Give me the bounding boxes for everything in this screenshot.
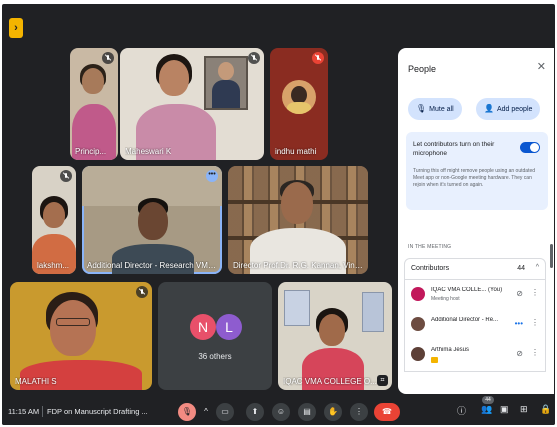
participant-tile-lakshmi[interactable]: lakshm...: [32, 166, 76, 274]
chevron-up-icon[interactable]: ^: [200, 403, 212, 421]
participant-name: Maheswari K: [125, 147, 172, 156]
add-person-icon: 👤: [484, 104, 494, 113]
muted-mic-icon: [248, 52, 260, 64]
participant-name: Arthima Jesus: [431, 347, 470, 353]
participant-tile-iqac[interactable]: IQAC VMA COLLEGE O... ⌗: [278, 282, 392, 390]
end-call-button[interactable]: ☎: [374, 403, 400, 421]
contributor-badge-icon: [431, 357, 438, 363]
close-icon[interactable]: ✕: [537, 60, 546, 73]
participant-name: Additional Director - Re...: [431, 317, 499, 323]
participant-name: Additional Director - Research VMRF...: [87, 261, 220, 270]
more-options-icon[interactable]: ⋮: [531, 288, 539, 297]
pin-icon[interactable]: ⌗: [377, 375, 388, 386]
participant-role: Meeting host: [431, 296, 460, 302]
activities-icon[interactable]: ⊞: [520, 404, 528, 415]
avatar: [282, 80, 316, 114]
participant-tile-principal[interactable]: Princip...: [70, 48, 118, 160]
scrollbar[interactable]: [550, 244, 553, 268]
participant-name: IQAC VMA COLLEGE O...: [283, 377, 377, 386]
mic-off-icon: ⊘: [516, 289, 523, 298]
setting-description: Turning this off might remove people usi…: [413, 168, 536, 188]
mic-off-icon: 🎙: [416, 104, 427, 113]
mic-off-icon: ⊘: [516, 349, 523, 358]
mute-all-button[interactable]: 🎙 Mute all: [408, 98, 462, 120]
participant-name: lakshm...: [37, 261, 70, 270]
avatar: [411, 317, 425, 331]
contributors-header[interactable]: Contributors 44 ^: [404, 258, 546, 280]
participant-tile-others[interactable]: N L 36 others: [158, 282, 272, 390]
participant-name: Princip...: [75, 147, 107, 156]
captions-button[interactable]: ▤: [298, 403, 316, 421]
clock: 11:15 AM: [8, 407, 40, 416]
people-panel: People ✕ 🎙 Mute all 👤 Add people Let contr…: [398, 48, 554, 394]
speaking-indicator-icon: •••: [514, 319, 523, 328]
section-label: IN THE MEETING: [408, 244, 452, 250]
more-options-icon[interactable]: ⋮: [531, 348, 539, 357]
participant-name: IQAC VMA COLLE... (You): [431, 287, 503, 293]
camera-button[interactable]: ▭: [216, 403, 234, 421]
add-people-button[interactable]: 👤 Add people: [476, 98, 541, 120]
avatar: N: [190, 314, 216, 340]
host-controls-icon[interactable]: 🔒: [540, 404, 551, 415]
participant-video: [120, 48, 264, 160]
participant-name: indhu mathi: [275, 147, 317, 156]
participant-video: [10, 282, 152, 390]
meet-window: › Princip... Maheswari K indhu mathi lak…: [2, 4, 555, 425]
speaking-indicator-icon: •••: [206, 170, 218, 182]
info-icon[interactable]: ⓘ: [457, 404, 466, 417]
contributor-mic-toggle[interactable]: [520, 142, 540, 153]
others-count-label: 36 others: [198, 352, 232, 361]
list-item[interactable]: IQAC VMA COLLE... (You) Meeting host ⊘ ⋮: [404, 280, 546, 310]
raise-hand-button[interactable]: ✋: [324, 403, 342, 421]
chat-icon[interactable]: ▣: [500, 404, 509, 415]
present-button[interactable]: ⬆: [246, 403, 264, 421]
participant-name: Director Prof.Dr. R.G. Kannan, Vinaya...: [233, 261, 366, 270]
mute-all-label: Mute all: [429, 106, 454, 113]
participant-tile-maheswari[interactable]: Maheswari K: [120, 48, 264, 160]
participant-tile-indhu[interactable]: indhu mathi: [270, 48, 328, 160]
mic-off-button[interactable]: 🎙: [178, 403, 196, 421]
list-item[interactable]: Arthima Jesus ⊘ ⋮: [404, 340, 546, 372]
contributors-count: 44: [517, 265, 525, 272]
participant-video: [228, 166, 368, 274]
muted-mic-icon: [136, 286, 148, 298]
participant-video: [278, 282, 392, 390]
more-options-button[interactable]: ⋮: [350, 403, 368, 421]
avatar: [411, 287, 425, 301]
participant-tile-malathi[interactable]: MALATHI S: [10, 282, 152, 390]
bottom-toolbar: 11:15 AM FDP on Manuscript Drafting ... …: [2, 396, 555, 425]
participant-video: [70, 48, 118, 160]
meeting-title[interactable]: FDP on Manuscript Drafting ...: [47, 407, 148, 416]
participant-video: [82, 166, 222, 274]
list-item[interactable]: Additional Director - Re... ••• ⋮: [404, 310, 546, 340]
chevron-up-icon: ^: [535, 264, 539, 271]
participant-name: MALATHI S: [15, 377, 57, 386]
panel-title: People: [408, 64, 437, 74]
participant-tile-additional-director[interactable]: Additional Director - Research VMRF... •…: [82, 166, 222, 274]
emoji-button[interactable]: ☺: [272, 403, 290, 421]
participant-video: [32, 166, 76, 274]
muted-mic-icon: [312, 52, 324, 64]
people-icon[interactable]: 👥: [481, 404, 492, 415]
app-indicator-icon[interactable]: ›: [9, 18, 23, 38]
avatar: [411, 347, 425, 361]
contributor-mic-setting: Let contributors turn on their microphon…: [406, 132, 548, 210]
muted-mic-icon: [102, 52, 114, 64]
people-count-badge: 44: [482, 396, 494, 404]
contributors-label: Contributors: [411, 265, 450, 272]
setting-title: Let contributors turn on their microphon…: [413, 141, 495, 157]
muted-mic-icon: [60, 170, 72, 182]
add-people-label: Add people: [496, 106, 533, 113]
participant-tile-director-rg[interactable]: Director Prof.Dr. R.G. Kannan, Vinaya...: [228, 166, 368, 274]
more-options-icon[interactable]: ⋮: [531, 318, 539, 327]
avatar: L: [216, 314, 242, 340]
divider: [42, 406, 43, 417]
